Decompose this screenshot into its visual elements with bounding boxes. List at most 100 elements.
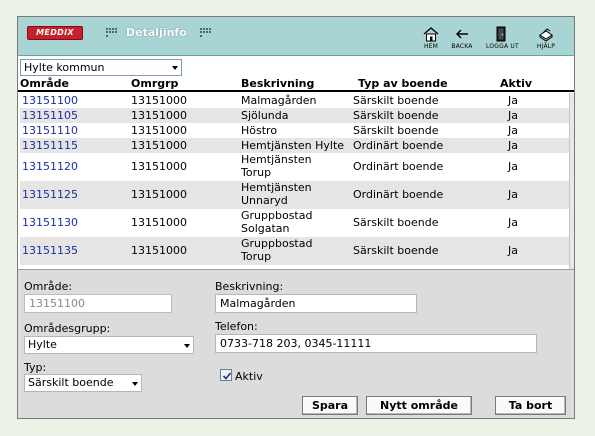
cell-omrade[interactable]: 13151120 (22, 161, 78, 173)
chevron-down-icon (172, 66, 178, 70)
omradesgrupp-value: Hylte (28, 338, 57, 351)
cell-omrgrp: 13151000 (131, 139, 187, 152)
omrade-label: Område: (24, 280, 73, 293)
cell-omrgrp: 13151000 (131, 124, 187, 137)
cell-beskrivning: Solgatan (241, 222, 290, 235)
logout-label: LOGGA UT (486, 43, 519, 50)
cell-typ: Särskilt boende (353, 109, 439, 122)
cell-typ: Ordinärt boende (353, 139, 444, 152)
cell-beskrivning: Malmagården (241, 94, 317, 107)
help-button[interactable]: HJÄLP (531, 26, 561, 50)
cell-typ: Ordinärt boende (353, 188, 444, 201)
cell-omrgrp: 13151000 (131, 216, 187, 229)
cell-beskrivning: Hemtjänsten (241, 153, 312, 166)
table-row[interactable]: 13151120 13151000 Hemtjänsten Torup Ordinärt… (20, 153, 569, 181)
area-table: 13151100 13151000 Malmagården Särskilt boen… (20, 93, 569, 269)
cell-typ: Särskilt boende (353, 244, 439, 257)
table-row[interactable]: 13151100 13151000 Malmagården Särskilt boen… (20, 93, 569, 108)
area-select-value: Hylte kommun (24, 61, 105, 74)
column-header-typ[interactable]: Typ av boende (358, 77, 448, 90)
checkmark-icon (222, 372, 232, 380)
logout-button[interactable]: LOGGA UT (486, 26, 519, 50)
save-button[interactable]: Spara (302, 396, 358, 415)
table-row[interactable]: 13151130 13151000 Gruppbostad Solgatan Särsk… (20, 209, 569, 237)
cell-omrgrp: 13151000 (131, 109, 187, 122)
back-label: BACKA (451, 43, 473, 50)
back-button[interactable]: BACKA (447, 26, 477, 50)
cell-aktiv: Ja (508, 109, 518, 122)
cell-beskrivning: Torup (241, 250, 272, 263)
detail-window: MEDDIX Detaljinfo HEM BACKA LOGGA UT HJÄ… (17, 16, 575, 419)
cell-beskrivning: Torup (241, 166, 272, 179)
cell-aktiv: Ja (508, 139, 518, 152)
omrade-field[interactable]: 13151100 (24, 294, 172, 313)
telefon-label: Telefon: (215, 320, 258, 333)
omradesgrupp-select[interactable]: Hylte (24, 336, 194, 354)
book-icon (539, 28, 553, 42)
cell-aktiv: Ja (508, 160, 518, 173)
cell-beskrivning: Hemtjänsten (241, 181, 312, 194)
aktiv-label: Aktiv (235, 370, 263, 383)
home-button[interactable]: HEM (416, 26, 446, 50)
table-scrollbar[interactable] (569, 93, 574, 269)
cell-omrgrp: 13151000 (131, 188, 187, 201)
page-title: Detaljinfo (126, 26, 187, 39)
aktiv-checkbox[interactable] (220, 369, 232, 381)
table-row[interactable]: 13151115 13151000 Hemtjänsten Hylte Ordinär… (20, 138, 569, 153)
cell-aktiv: Ja (508, 244, 518, 257)
cell-omrgrp: 13151000 (131, 94, 187, 107)
typ-value: Särskilt boende (28, 376, 114, 389)
table-row[interactable]: 13151125 13151000 Hemtjänsten Unnaryd Ordinä… (20, 181, 569, 209)
column-header-beskrivning[interactable]: Beskrivning (241, 77, 314, 90)
column-header-omrgrp[interactable]: Omrgrp (131, 77, 178, 90)
cell-typ: Ordinärt boende (353, 160, 444, 173)
table-row[interactable]: 13151110 13151000 Höstro Särskilt boende Ja (20, 123, 569, 138)
cell-omrade[interactable]: 13151135 (22, 245, 78, 257)
back-arrow-icon (456, 29, 468, 39)
cell-omrade[interactable]: 13151130 (22, 217, 78, 229)
header-bar: MEDDIX Detaljinfo HEM BACKA LOGGA UT HJÄ… (18, 17, 574, 56)
cell-omrgrp: 13151000 (131, 244, 187, 257)
cell-omrgrp: 13151000 (131, 160, 187, 173)
cell-beskrivning: Gruppbostad (241, 237, 313, 250)
telefon-field[interactable]: 0733-718 203, 0345-11111 (215, 334, 537, 353)
chevron-down-icon (132, 382, 138, 386)
help-label: HJÄLP (536, 43, 556, 50)
meddix-logo: MEDDIX (27, 26, 83, 40)
cell-beskrivning: Unnaryd (241, 194, 288, 207)
detail-form: Område: 13151100 Beskrivning: Malmagårde… (18, 269, 574, 418)
table-row[interactable]: 13151105 13151000 Sjölunda Särskilt boende J… (20, 108, 569, 123)
typ-label: Typ: (24, 361, 47, 374)
column-header-aktiv[interactable]: Aktiv (500, 77, 532, 90)
cell-beskrivning: Sjölunda (241, 109, 289, 122)
grip-icon (106, 28, 118, 37)
cell-typ: Särskilt boende (353, 94, 439, 107)
beskrivning-label: Beskrivning: (215, 280, 284, 293)
cell-typ: Särskilt boende (353, 124, 439, 137)
door-icon (496, 26, 506, 42)
table-row[interactable]: 13151135 13151000 Gruppbostad Torup Särskilt… (20, 237, 569, 265)
cell-beskrivning: Gruppbostad (241, 209, 313, 222)
new-area-button[interactable]: Nytt område (366, 396, 472, 415)
table-header: Område Omrgrp Beskrivning Typ av boende … (18, 75, 574, 92)
area-select[interactable]: Hylte kommun (20, 59, 182, 76)
cell-beskrivning: Hemtjänsten Hylte (241, 139, 345, 152)
cell-omrade[interactable]: 13151110 (22, 125, 78, 137)
cell-aktiv: Ja (508, 216, 518, 229)
typ-select[interactable]: Särskilt boende (24, 374, 142, 392)
cell-omrade[interactable]: 13151100 (22, 95, 78, 107)
cell-omrade[interactable]: 13151105 (22, 110, 78, 122)
cell-typ: Särskilt boende (353, 216, 439, 229)
delete-button[interactable]: Ta bort (495, 396, 566, 415)
cell-beskrivning: Höstro (241, 124, 278, 137)
chevron-down-icon (184, 344, 190, 348)
omradesgrupp-label: Områdesgrupp: (24, 322, 111, 335)
beskrivning-field[interactable]: Malmagården (215, 294, 417, 313)
cell-aktiv: Ja (508, 124, 518, 137)
cell-omrade[interactable]: 13151115 (22, 140, 78, 152)
home-icon (423, 27, 439, 42)
cell-omrade[interactable]: 13151125 (22, 189, 78, 201)
column-header-omrade[interactable]: Område (20, 77, 69, 90)
home-label: HEM (423, 43, 439, 50)
cell-aktiv: Ja (508, 94, 518, 107)
